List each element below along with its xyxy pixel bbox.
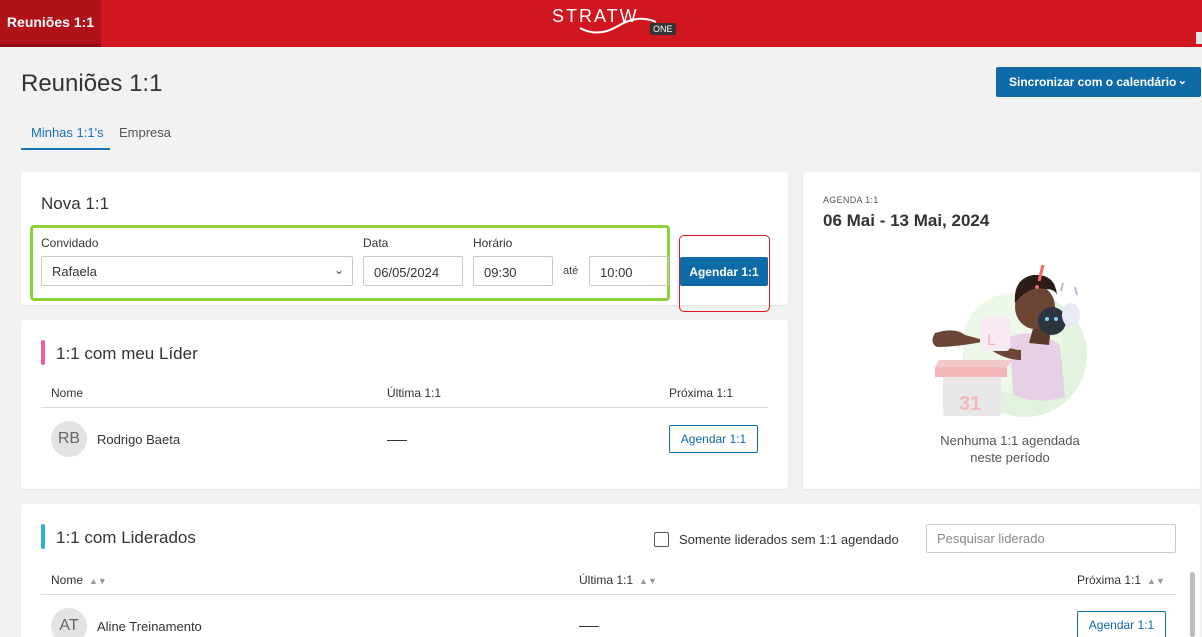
logo-badge: ONE [650, 23, 676, 35]
led-name: Aline Treinamento [97, 619, 202, 634]
svg-text:L: L [987, 332, 996, 349]
led-col-last-label: Última 1:1 [579, 573, 634, 587]
unscheduled-filter-label[interactable]: Somente liderados sem 1:1 agendado [679, 532, 899, 547]
led-col-name[interactable]: Nome ▲▼ [51, 573, 107, 587]
new-meeting-title: Nova 1:1 [41, 194, 110, 213]
chevron-down-icon: ⌄ [1177, 75, 1187, 87]
list-scrollbar[interactable] [1190, 572, 1195, 637]
guest-select[interactable]: Rafaela ⌄ [41, 256, 353, 286]
sort-icon: ▲▼ [1147, 576, 1165, 586]
schedule-led-button[interactable]: Agendar 1:1 [1077, 611, 1166, 637]
tab-minhas[interactable]: Minhas 1:1's [31, 125, 104, 140]
leader-col-name: Nome [51, 386, 84, 400]
empty-agenda-illustration: 31 L [932, 264, 1087, 417]
time-label: Horário [473, 236, 513, 250]
unscheduled-filter-checkbox[interactable] [654, 532, 669, 547]
sort-icon: ▲▼ [639, 576, 657, 586]
sort-icon: ▲▼ [89, 576, 107, 586]
active-tab-indicator [21, 148, 110, 150]
leader-name: Rodrigo Baeta [97, 432, 181, 447]
time-start-input[interactable]: 09:30 [473, 256, 553, 286]
agenda-empty-line2: neste período [970, 450, 1050, 465]
date-input[interactable]: 06/05/2024 [363, 256, 463, 286]
schedule-leader-button[interactable]: Agendar 1:1 [669, 425, 758, 453]
time-end-input[interactable]: 10:00 [589, 256, 669, 286]
last-meeting-empty [387, 440, 407, 441]
guest-label: Convidado [41, 236, 99, 250]
avatar: AT [51, 608, 87, 637]
window-scroll-handle [1196, 32, 1202, 44]
avatar: RB [51, 421, 87, 457]
led-col-last[interactable]: Última 1:1 ▲▼ [579, 573, 657, 587]
until-label: até [563, 265, 579, 277]
date-label: Data [363, 236, 389, 250]
leader-col-next: Próxima 1:1 [669, 386, 734, 400]
page-title: Reuniões 1:1 [21, 70, 163, 97]
agenda-empty-line1: Nenhuma 1:1 agendada [940, 433, 1080, 448]
chevron-down-icon: ⌄ [333, 263, 344, 277]
calendar-day: 31 [959, 393, 981, 415]
agenda-range: 06 Mai - 13 Mai, 2024 [823, 211, 990, 230]
leader-title: 1:1 com meu Líder [56, 344, 198, 363]
search-led-input[interactable] [926, 524, 1176, 553]
leader-divider [41, 407, 768, 408]
agenda-empty-message: Nenhuma 1:1 agendada neste período [910, 432, 1110, 466]
led-col-next[interactable]: Próxima 1:1 ▲▼ [1077, 573, 1165, 587]
logo-swoosh-icon [579, 17, 657, 34]
schedule-button[interactable]: Agendar 1:1 [680, 257, 768, 286]
led-col-name-label: Nome [51, 573, 84, 587]
leader-col-last: Última 1:1 [387, 386, 442, 400]
sync-calendar-button[interactable]: Sincronizar com o calendário ⌄ [996, 67, 1201, 97]
led-title: 1:1 com Liderados [56, 528, 196, 547]
led-divider [41, 594, 1176, 595]
led-accent-bar [41, 524, 45, 549]
app-tab-reunioes[interactable]: Reuniões 1:1 [0, 0, 101, 47]
top-bar: Reuniões 1:1 STRATW ONE [0, 0, 1202, 47]
sync-calendar-label: Sincronizar com o calendário [1009, 75, 1177, 89]
tab-empresa[interactable]: Empresa [119, 125, 171, 140]
led-col-next-label: Próxima 1:1 [1077, 573, 1142, 587]
guest-select-value: Rafaela [52, 264, 97, 279]
agenda-label: AGENDA 1:1 [823, 195, 879, 205]
leader-accent-bar [41, 340, 45, 365]
last-meeting-empty [579, 626, 599, 627]
